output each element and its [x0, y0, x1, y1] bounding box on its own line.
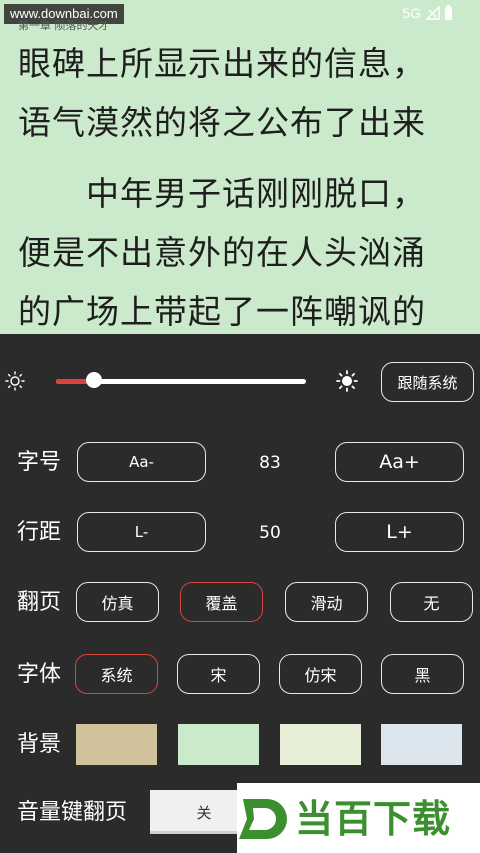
background-swatch-blue[interactable] — [381, 724, 462, 765]
typeface-option-hei[interactable]: 黑 — [381, 654, 464, 694]
status-indicators: 5G — [402, 4, 452, 21]
page-turn-option-simulation[interactable]: 仿真 — [76, 582, 159, 622]
typeface-option-system[interactable]: 系统 — [75, 654, 158, 694]
text-line: 语气漠然的将之公布了出来 — [18, 103, 426, 142]
reader-text: 眼碑上所显示出来的信息， 语气漠然的将之公布了出来 中年男子话刚刚脱口， 便是不… — [18, 34, 468, 334]
volume-key-label: 音量键翻页 — [17, 800, 128, 825]
text-line: 的广场上带起了一阵嘲讽的 — [18, 292, 426, 331]
text-line: 便是不出意外的在人头汹涌 — [18, 233, 426, 272]
line-spacing-label: 行距 — [17, 520, 62, 545]
network-type: 5G — [402, 5, 421, 21]
line-spacing-value: 50 — [259, 523, 281, 543]
line-spacing-increase-button[interactable]: L+ — [335, 512, 464, 552]
typeface-option-song[interactable]: 宋 — [177, 654, 260, 694]
typeface-label: 字体 — [17, 662, 62, 687]
typeface-option-fangsong[interactable]: 仿宋 — [279, 654, 362, 694]
background-label: 背景 — [17, 732, 62, 757]
signal-icon — [426, 6, 440, 20]
sun-large-icon — [336, 370, 358, 392]
follow-system-button[interactable]: 跟随系统 — [381, 362, 474, 402]
status-bar: www.downbai.com 第一章 陨落的天才 5G — [0, 0, 480, 32]
page-turn-option-none[interactable]: 无 — [390, 582, 473, 622]
page-turn-option-slide[interactable]: 滑动 — [285, 582, 368, 622]
chapter-title: 第一章 陨落的天才 — [18, 19, 110, 32]
background-swatch-green[interactable] — [178, 724, 259, 765]
logo-d-icon — [239, 799, 287, 839]
text-line: 眼碑上所显示出来的信息， — [18, 44, 426, 83]
brightness-slider[interactable] — [56, 372, 306, 388]
slider-thumb[interactable] — [86, 372, 102, 388]
page-turn-option-cover[interactable]: 覆盖 — [180, 582, 263, 622]
reader-page[interactable]: www.downbai.com 第一章 陨落的天才 5G 眼碑上所显示出来的信息… — [0, 0, 480, 334]
background-swatch-tan[interactable] — [76, 724, 157, 765]
font-size-label: 字号 — [17, 450, 62, 475]
reading-settings-panel: 跟随系统 字号 Aa- 83 Aa+ 行距 L- 50 L+ 翻页 仿真 覆盖 … — [0, 334, 480, 853]
page-turn-label: 翻页 — [17, 590, 62, 615]
background-swatch-cream[interactable] — [280, 724, 361, 765]
battery-icon — [445, 4, 452, 20]
font-size-increase-button[interactable]: Aa+ — [335, 442, 464, 482]
line-spacing-decrease-button[interactable]: L- — [77, 512, 206, 552]
brand-logo: 当百下载 — [237, 783, 480, 853]
font-size-value: 83 — [259, 453, 281, 473]
font-size-decrease-button[interactable]: Aa- — [77, 442, 206, 482]
text-line: 中年男子话刚刚脱口， — [18, 174, 426, 213]
sun-small-icon — [5, 371, 25, 391]
logo-text: 当百下载 — [295, 797, 452, 841]
